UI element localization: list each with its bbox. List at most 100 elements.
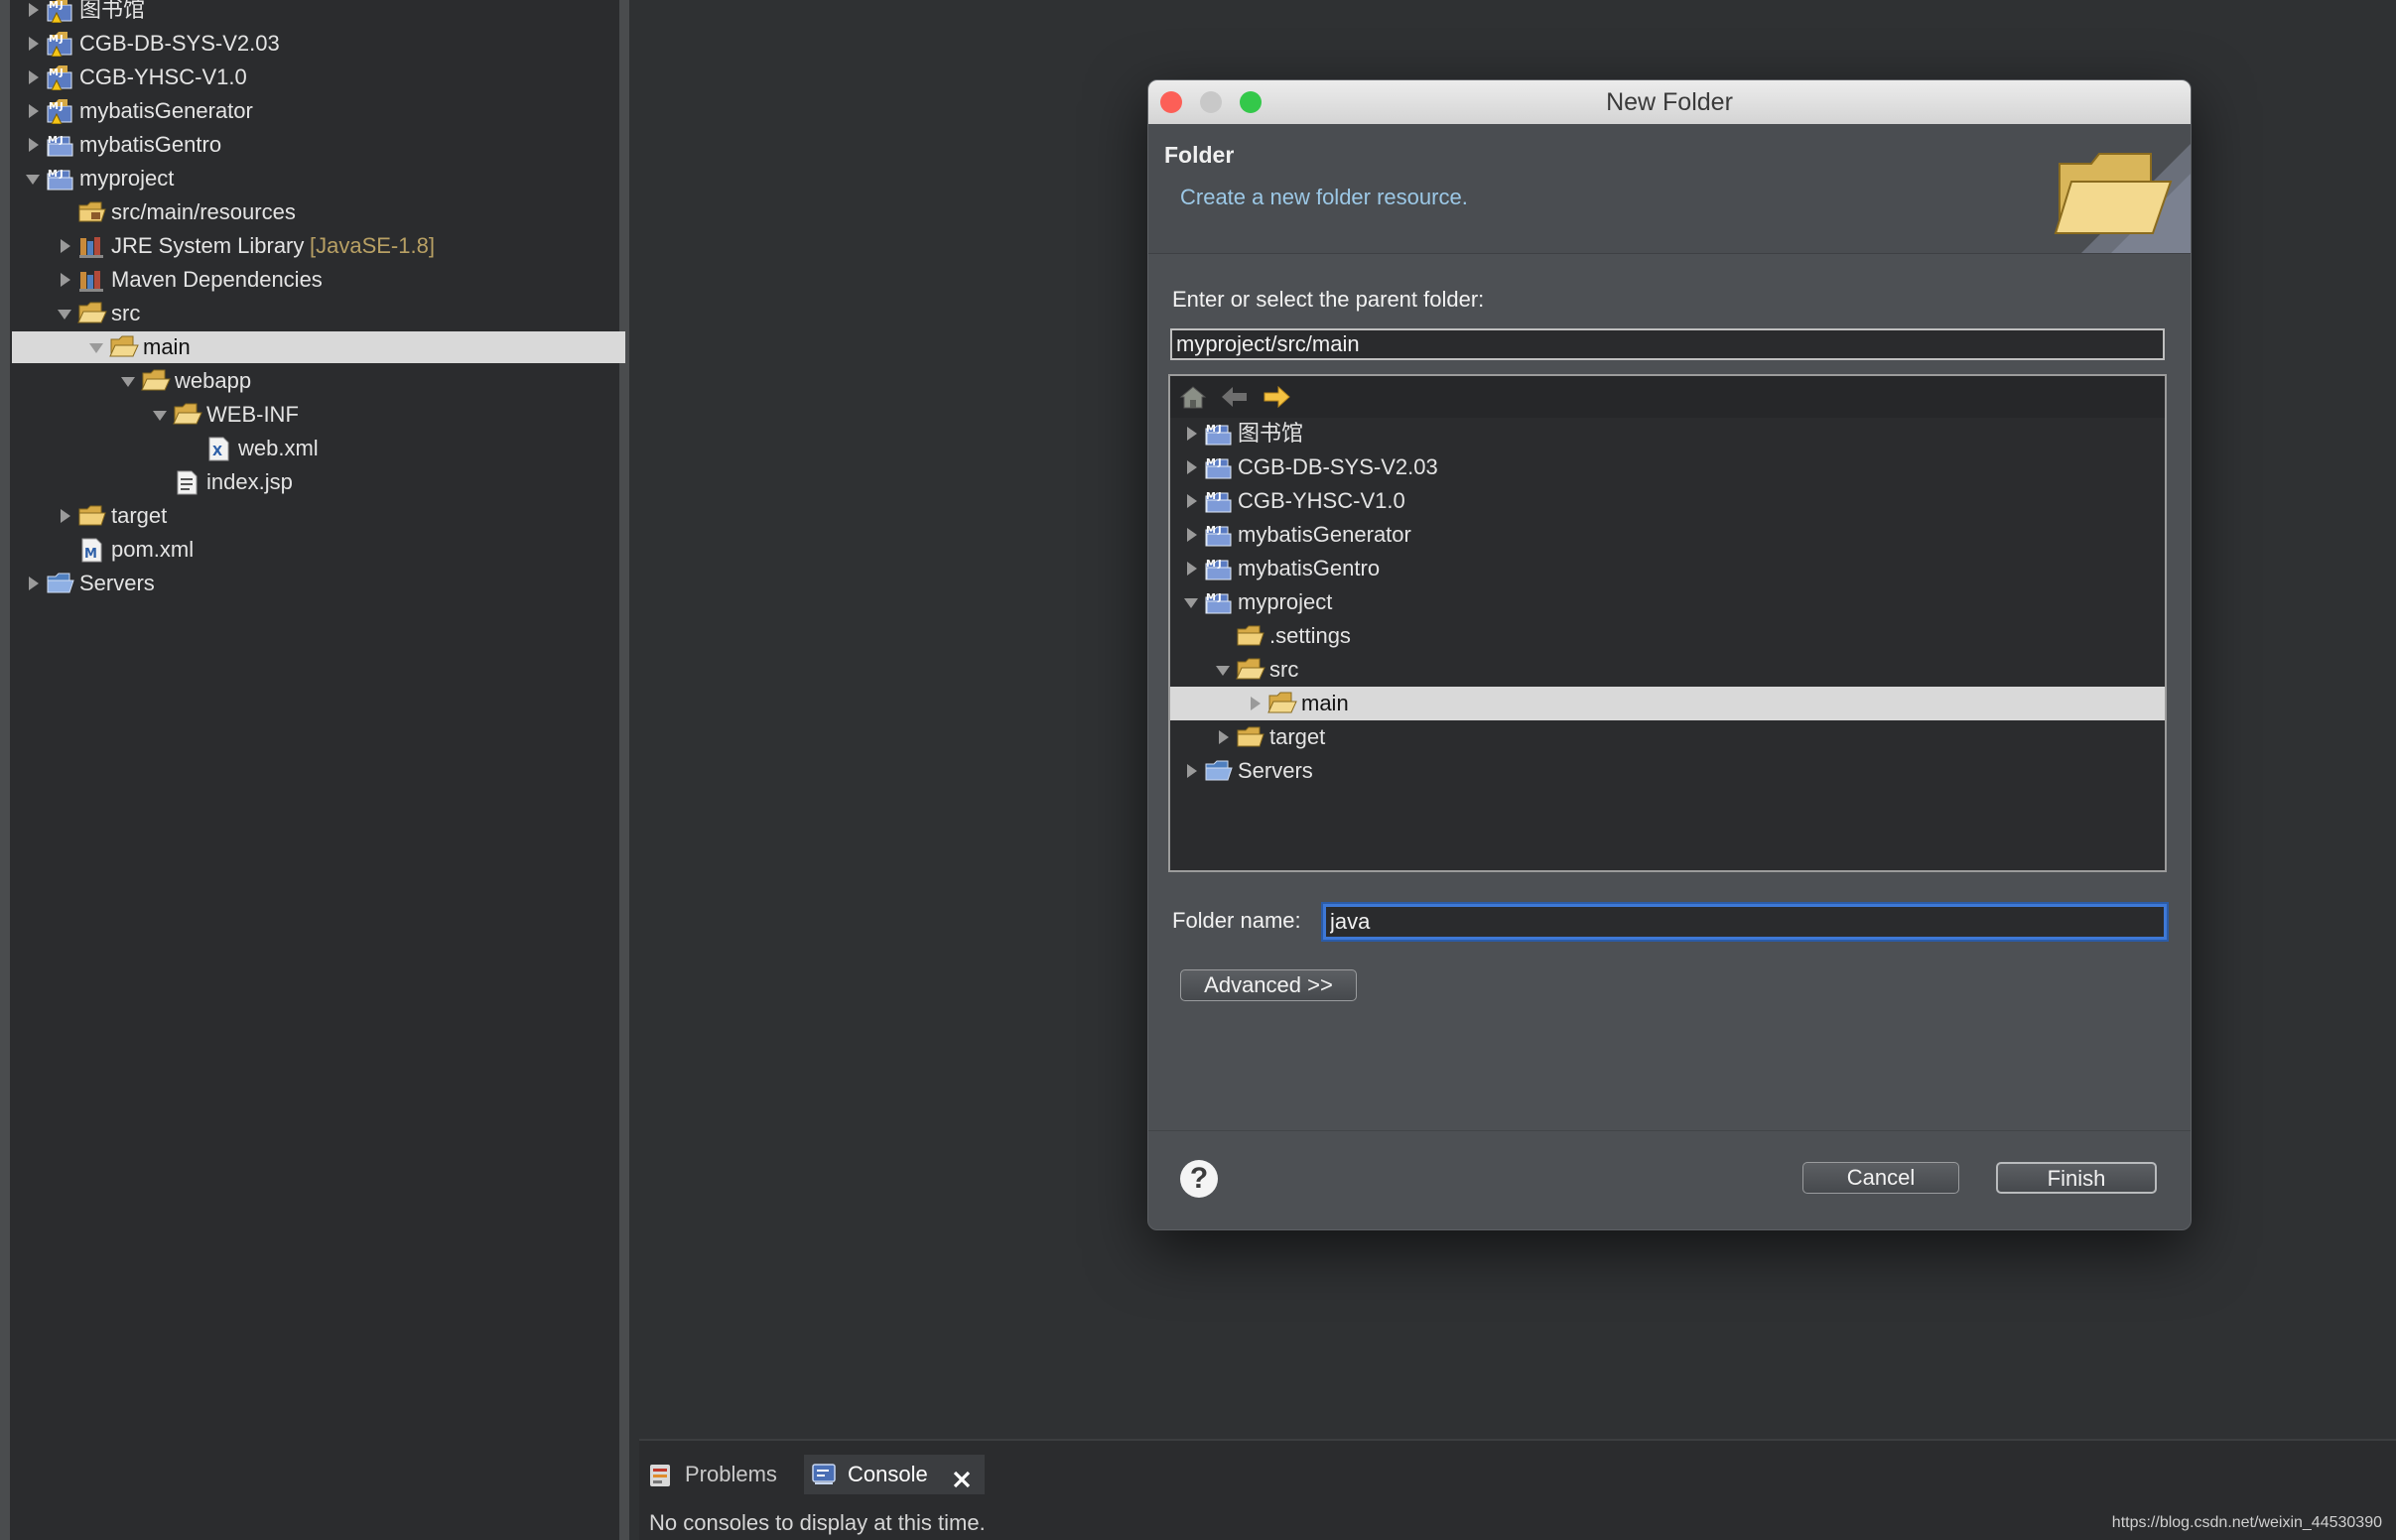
expanded-arrow-icon[interactable]	[1184, 585, 1200, 619]
home-icon[interactable]	[1178, 384, 1208, 410]
explorer-tree-item[interactable]: Xweb.xml	[12, 433, 625, 464]
tab-problems[interactable]: Problems	[647, 1455, 796, 1494]
explorer-tree-item[interactable]: Servers	[12, 568, 625, 599]
tab-problems-label: Problems	[685, 1462, 777, 1486]
collapsed-arrow-icon[interactable]	[58, 230, 73, 262]
help-icon[interactable]: ?	[1180, 1160, 1218, 1198]
open-folder-icon	[1267, 692, 1297, 713]
collapsed-arrow-icon[interactable]	[26, 0, 42, 26]
svg-text:M: M	[1206, 424, 1216, 435]
folder-name-label: Folder name:	[1172, 908, 1301, 933]
collapsed-arrow-icon[interactable]	[1216, 720, 1232, 754]
servers-folder-icon	[47, 573, 74, 593]
tree-item-label: mybatisGenerator	[1238, 522, 1411, 547]
tab-console[interactable]: Console	[804, 1455, 985, 1494]
collapsed-arrow-icon[interactable]	[1184, 484, 1200, 518]
tree-item-label: src/main/resources	[111, 199, 296, 224]
project-warning-icon: MJ	[47, 0, 72, 23]
explorer-tree-item[interactable]: JRE System Library [JavaSE-1.8]	[12, 230, 625, 262]
container-tree-item[interactable]: src	[1170, 653, 2165, 687]
expanded-arrow-icon[interactable]	[58, 298, 73, 329]
forward-arrow-icon[interactable]	[1262, 384, 1291, 410]
advanced-button[interactable]: Advanced >>	[1180, 969, 1357, 1001]
watermark-url: https://blog.csdn.net/weixin_44530390	[2111, 1514, 2382, 1531]
container-tree-item[interactable]: target	[1170, 720, 2165, 754]
explorer-tree-item[interactable]: M J CGB-DB-SYS-V2.03	[12, 28, 625, 60]
explorer-tree-item[interactable]: target	[12, 500, 625, 532]
tree-item-label: 图书馆	[79, 0, 146, 22]
container-tree-item[interactable]: M J 图书馆	[1170, 417, 2165, 450]
folder-banner-icon	[2054, 144, 2191, 253]
explorer-tree-item[interactable]: M J 图书馆	[12, 0, 625, 26]
close-icon[interactable]	[951, 1464, 973, 1488]
back-arrow-icon[interactable]	[1220, 384, 1250, 410]
expanded-arrow-icon[interactable]	[153, 399, 169, 431]
tree-item-label: CGB-DB-SYS-V2.03	[79, 31, 280, 56]
container-tree-item[interactable]: M Jmyproject	[1170, 585, 2165, 619]
tree-item-label: webapp	[175, 368, 252, 393]
parent-folder-input[interactable]	[1170, 328, 2165, 360]
collapsed-arrow-icon[interactable]	[1184, 754, 1200, 788]
svg-text:M: M	[49, 101, 59, 112]
collapsed-arrow-icon[interactable]	[58, 500, 73, 532]
container-tree-item[interactable]: M J CGB-YHSC-V1.0	[1170, 484, 2165, 518]
xml-file-icon: X	[208, 437, 229, 461]
collapsed-arrow-icon[interactable]	[1184, 518, 1200, 552]
console-icon	[812, 1464, 836, 1484]
explorer-tree-item[interactable]: M JmybatisGentro	[12, 129, 625, 161]
parent-folder-label: Enter or select the parent folder:	[1172, 287, 1485, 312]
tree-item-label: target	[1269, 724, 1326, 749]
expanded-arrow-icon[interactable]	[26, 163, 42, 194]
collapsed-arrow-icon[interactable]	[26, 95, 42, 127]
project-icon: MJ	[1205, 491, 1232, 513]
explorer-tree-item[interactable]: Mpom.xml	[12, 534, 625, 566]
folder-icon	[1237, 726, 1265, 747]
collapsed-arrow-icon[interactable]	[1184, 417, 1200, 450]
collapsed-arrow-icon[interactable]	[26, 129, 42, 161]
explorer-tree-item[interactable]: M J CGB-YHSC-V1.0	[12, 62, 625, 93]
wizard-page-title: Folder	[1164, 142, 1235, 168]
dialog-titlebar[interactable]: New Folder	[1148, 80, 2191, 125]
finish-button[interactable]: Finish	[1996, 1162, 2157, 1194]
explorer-tree-item[interactable]: M Jmyproject	[12, 163, 625, 194]
svg-text:J: J	[1217, 525, 1222, 536]
collapsed-arrow-icon[interactable]	[1184, 552, 1200, 585]
explorer-tree-item[interactable]: M JmybatisGenerator	[12, 95, 625, 127]
expanded-arrow-icon[interactable]	[121, 365, 137, 397]
svg-text:J: J	[1217, 457, 1222, 468]
container-tree[interactable]: M J 图书馆 M J CGB-DB-SYS-V2.03 M J CGB-YHSC-V1.0 M J…	[1168, 374, 2167, 872]
explorer-tree-item[interactable]: WEB-INF	[12, 399, 625, 431]
expanded-arrow-icon[interactable]	[1216, 653, 1232, 687]
container-tree-item[interactable]: M JmybatisGentro	[1170, 552, 2165, 585]
explorer-tree-item[interactable]: src/main/resources	[12, 196, 625, 228]
tree-item-label: mybatisGenerator	[79, 98, 253, 123]
project-icon: MJ	[1205, 592, 1232, 614]
collapsed-arrow-icon[interactable]	[58, 264, 73, 296]
explorer-tree-item[interactable]: main	[12, 331, 625, 363]
tree-item-label: .settings	[1269, 623, 1351, 648]
container-tree-item[interactable]: main	[1170, 687, 2165, 720]
explorer-tree-item[interactable]: index.jsp	[12, 466, 625, 498]
button-bar-divider	[1148, 1130, 2191, 1131]
explorer-tree-item[interactable]: src	[12, 298, 625, 329]
project-warning-icon: MJ	[47, 65, 72, 90]
cancel-button[interactable]: Cancel	[1802, 1162, 1959, 1194]
svg-text:J: J	[1217, 592, 1222, 603]
svg-text:M: M	[1206, 592, 1216, 603]
container-tree-item[interactable]: .settings	[1170, 619, 2165, 653]
collapsed-arrow-icon[interactable]	[1248, 687, 1264, 720]
collapsed-arrow-icon[interactable]	[26, 62, 42, 93]
collapsed-arrow-icon[interactable]	[1184, 450, 1200, 484]
container-tree-item[interactable]: Servers	[1170, 754, 2165, 788]
container-tree-item[interactable]: M JmybatisGenerator	[1170, 518, 2165, 552]
wizard-page-description: Create a new folder resource.	[1180, 185, 1468, 209]
container-tree-item[interactable]: M J CGB-DB-SYS-V2.03	[1170, 450, 2165, 484]
explorer-tree-item[interactable]: webapp	[12, 365, 625, 397]
collapsed-arrow-icon[interactable]	[26, 568, 42, 599]
expanded-arrow-icon[interactable]	[89, 331, 105, 363]
explorer-tree-item[interactable]: Maven Dependencies	[12, 264, 625, 296]
tree-navigation-toolbar	[1170, 376, 2165, 418]
open-folder-icon	[1236, 658, 1265, 680]
folder-name-input[interactable]	[1323, 904, 2167, 940]
collapsed-arrow-icon[interactable]	[26, 28, 42, 60]
